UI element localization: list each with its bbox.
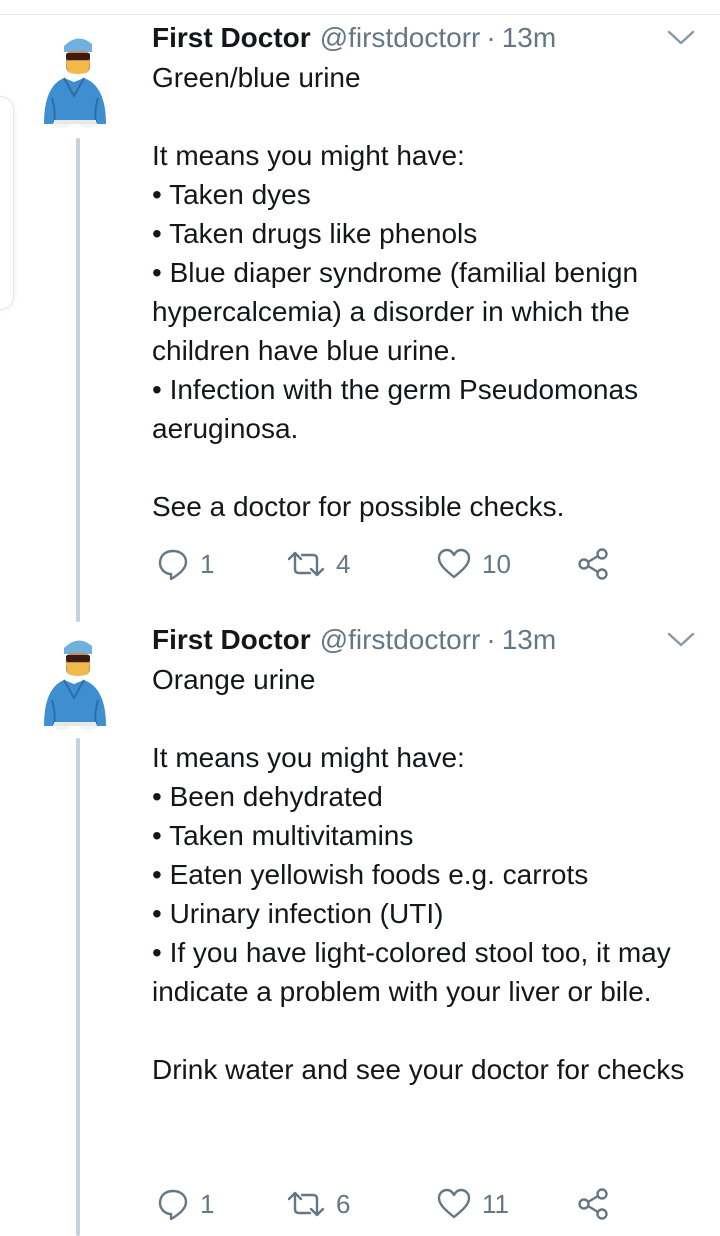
share-icon bbox=[578, 548, 608, 580]
share-button[interactable] bbox=[576, 544, 610, 584]
reply-button[interactable]: 1 bbox=[156, 1184, 214, 1224]
doctor-avatar-icon bbox=[44, 640, 106, 730]
reply-icon bbox=[158, 1189, 188, 1221]
author-name[interactable]: First Doctor bbox=[152, 624, 311, 656]
retweet-count: 6 bbox=[336, 1188, 351, 1219]
avatar[interactable] bbox=[34, 626, 116, 738]
separator: · bbox=[486, 624, 496, 655]
tweet-header: First Doctor @firstdoctorr · 13m bbox=[152, 18, 556, 58]
retweet-icon bbox=[287, 551, 325, 577]
action-bar: 1 6 11 bbox=[152, 1184, 652, 1224]
author-handle[interactable]: @firstdoctorr bbox=[320, 22, 481, 54]
like-button[interactable]: 11 bbox=[436, 1184, 509, 1224]
action-bar: 1 4 10 bbox=[152, 544, 652, 584]
heart-icon bbox=[437, 548, 471, 579]
timestamp[interactable]: 13m bbox=[502, 22, 556, 54]
share-button[interactable] bbox=[576, 1184, 610, 1224]
avatar[interactable] bbox=[34, 24, 116, 136]
thread-connector bbox=[76, 138, 80, 622]
thread-connector bbox=[76, 738, 80, 1236]
separator: · bbox=[486, 22, 496, 53]
like-count: 11 bbox=[482, 1188, 509, 1219]
tweet-text: Green/blue urine It means you might have… bbox=[152, 62, 639, 522]
reply-count: 1 bbox=[200, 548, 215, 579]
author-name[interactable]: First Doctor bbox=[152, 22, 311, 54]
heart-icon bbox=[437, 1188, 471, 1219]
tweet-text: Orange urine It means you might have: • … bbox=[152, 664, 685, 1085]
chevron-down-icon[interactable] bbox=[664, 628, 698, 650]
timestamp[interactable]: 13m bbox=[502, 624, 556, 656]
retweet-button[interactable]: 4 bbox=[286, 544, 350, 584]
like-button[interactable]: 10 bbox=[436, 544, 511, 584]
share-icon bbox=[578, 1188, 608, 1220]
retweet-count: 4 bbox=[336, 548, 351, 579]
like-count: 10 bbox=[482, 548, 511, 579]
top-divider bbox=[0, 14, 720, 15]
reply-icon bbox=[158, 549, 188, 581]
retweet-icon bbox=[287, 1191, 325, 1217]
author-handle[interactable]: @firstdoctorr bbox=[320, 624, 481, 656]
side-panel-edge bbox=[0, 96, 14, 310]
tweet-header: First Doctor @firstdoctorr · 13m bbox=[152, 620, 556, 660]
reply-button[interactable]: 1 bbox=[156, 544, 214, 584]
chevron-down-icon[interactable] bbox=[664, 26, 698, 48]
reply-count: 1 bbox=[200, 1188, 215, 1219]
retweet-button[interactable]: 6 bbox=[286, 1184, 350, 1224]
doctor-avatar-icon bbox=[44, 38, 106, 128]
